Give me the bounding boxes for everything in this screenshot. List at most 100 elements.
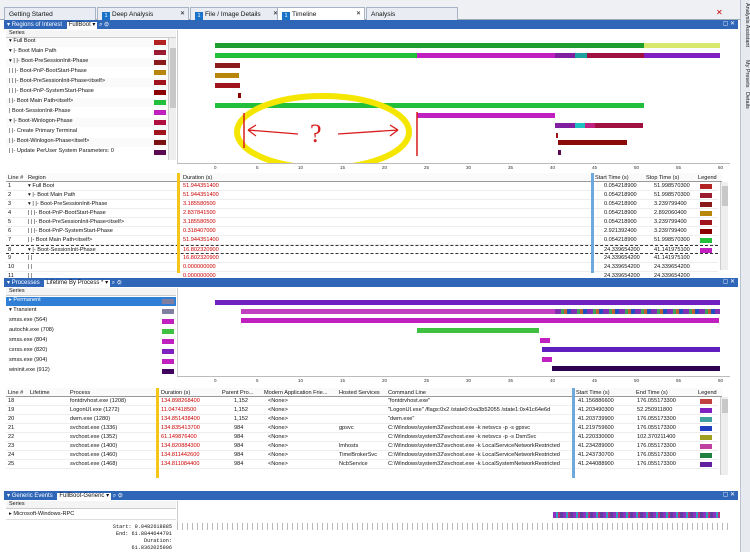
time-selection-ruler[interactable]: [177, 523, 730, 530]
roi-series-scrollbar[interactable]: [168, 38, 176, 160]
color-swatch[interactable]: [162, 299, 174, 304]
scrollbar-thumb[interactable]: [722, 186, 728, 206]
table-row[interactable]: 2 ▾ |- Boot Main Path 51.944351400 0.054218…: [6, 191, 718, 200]
generic-events-chart[interactable]: [177, 501, 730, 523]
tab-getting-started[interactable]: Getting Started: [4, 7, 96, 20]
color-swatch[interactable]: [154, 50, 166, 55]
table-row[interactable]: 10 | | 0.000000000 24.339654200 24.339654200: [6, 263, 718, 272]
close-window-icon[interactable]: ✕: [716, 8, 723, 17]
roi-series-row[interactable]: ▾ |- Boot-Winlogon-Phase: [6, 118, 168, 127]
roi-series-row[interactable]: | Boot-SessionInit-Phase: [6, 108, 168, 117]
process-series-row[interactable]: smss.exe (564): [6, 317, 176, 326]
roi-series-row[interactable]: ▾ Full Boot: [6, 38, 168, 47]
process-series-row[interactable]: csrss.exe (820): [6, 347, 176, 356]
side-tab-details[interactable]: Details: [742, 92, 750, 109]
table-row[interactable]: 4 | | |- Boot-PnP-BootStart-Phase 2.837841…: [6, 209, 718, 218]
color-swatch[interactable]: [154, 80, 166, 85]
process-series-row[interactable]: ▾ Transient: [6, 307, 176, 316]
color-swatch[interactable]: [162, 339, 174, 344]
csrss-bar[interactable]: [542, 347, 720, 352]
col-line[interactable]: Line #: [8, 175, 23, 181]
column-divider-gold[interactable]: [177, 173, 180, 273]
col-lifetime[interactable]: Lifetime: [30, 390, 50, 396]
tab-file-image-details[interactable]: 1 File / Image Details ✕: [190, 7, 282, 20]
wininit-bar[interactable]: [552, 366, 720, 371]
processes-table-scrollbar[interactable]: [720, 397, 728, 475]
roi-timeline-chart[interactable]: ?: [177, 30, 730, 163]
rpc-events-bar[interactable]: [553, 512, 720, 518]
search-icon[interactable]: ⌕: [112, 280, 115, 286]
roi-series-row[interactable]: | |- Update PerUser System Parameters: 0: [6, 148, 168, 157]
table-row[interactable]: 7 | |- Boot Main Path<itself> 51.944351400…: [6, 236, 718, 245]
table-row[interactable]: 19 LogonUI.exe (1272) 11.047418500 1,152 <No…: [6, 406, 718, 415]
roi-series-row[interactable]: | | |- Boot-PnP-SystemStart-Phase: [6, 88, 168, 97]
col-start[interactable]: Start Time (s): [595, 175, 629, 181]
color-swatch[interactable]: [162, 359, 174, 364]
process-series-row[interactable]: autochk.exe (708): [6, 327, 176, 336]
gear-icon[interactable]: ⚙: [118, 493, 123, 499]
color-swatch[interactable]: [154, 90, 166, 95]
scrollbar-thumb[interactable]: [170, 48, 176, 108]
col-process[interactable]: Process: [70, 390, 90, 396]
processes-timeline-chart[interactable]: [177, 288, 730, 376]
color-swatch[interactable]: [162, 309, 174, 314]
smss-904-bar[interactable]: [542, 357, 552, 362]
roi-series-row[interactable]: ▾ |- Boot Main Path: [6, 48, 168, 57]
generic-series-row[interactable]: ▸ Microsoft-Windows-RPC: [6, 511, 176, 520]
col-region[interactable]: Region: [28, 175, 46, 181]
col-end[interactable]: End Time (s): [636, 390, 668, 396]
smss-804-bar[interactable]: [540, 338, 550, 343]
chevron-down-icon[interactable]: ▾: [7, 280, 10, 286]
col-stop[interactable]: Stop Time (s): [646, 175, 679, 181]
roi-series-row[interactable]: | | |- Boot-PnP-BootStart-Phase: [6, 68, 168, 77]
col-legend[interactable]: Legend: [698, 175, 717, 181]
scrollbar-thumb[interactable]: [722, 399, 728, 413]
preset-select[interactable]: FullBoot-Generic ▾: [57, 493, 112, 500]
tab-analysis[interactable]: Analysis: [366, 7, 458, 20]
table-row[interactable]: 24 svchost.exe (1460) 134.811442600 984 <Non…: [6, 451, 718, 460]
col-line[interactable]: Line #: [8, 390, 23, 396]
tab-deep-analysis[interactable]: 1 Deep Analysis ✕: [97, 7, 189, 20]
chevron-down-icon[interactable]: ▾: [7, 493, 10, 499]
gear-icon[interactable]: ⚙: [104, 22, 109, 28]
col-parent[interactable]: Parent Pro...: [222, 390, 253, 396]
color-swatch[interactable]: [162, 319, 174, 324]
chevron-down-icon[interactable]: ▾: [7, 22, 10, 28]
table-row[interactable]: 3 ▾ | |- Boot-PreSessionInit-Phase 3.18558…: [6, 200, 718, 209]
col-hosted-services[interactable]: Hosted Services: [339, 390, 380, 396]
color-swatch[interactable]: [154, 150, 166, 155]
smss-564-bar[interactable]: [241, 318, 719, 323]
side-tab-analysis-assistant[interactable]: Analysis Assistant: [742, 3, 750, 47]
process-series-row[interactable]: ▸ Permanent: [6, 297, 176, 306]
roi-table-scrollbar[interactable]: [720, 182, 728, 270]
color-swatch[interactable]: [154, 60, 166, 65]
column-divider-blue[interactable]: [591, 173, 594, 273]
roi-series-row[interactable]: ▾ | |- Boot-PreSessionInit-Phase: [6, 58, 168, 67]
roi-series-row[interactable]: | |- Boot Main Path<itself>: [6, 98, 168, 107]
color-swatch[interactable]: [154, 140, 166, 145]
color-swatch[interactable]: [154, 70, 166, 75]
color-swatch[interactable]: [154, 110, 166, 115]
roi-series-row[interactable]: | |- Create Primary Terminal: [6, 128, 168, 137]
process-series-row[interactable]: wininit.exe (912): [6, 367, 176, 376]
table-row[interactable]: 1 ▾ Full Boot 51.944351400 0.054218900 51.99…: [6, 182, 718, 191]
color-swatch[interactable]: [154, 120, 166, 125]
side-tab-my-presets[interactable]: My Presets: [742, 60, 750, 88]
transient-bar-a[interactable]: [241, 309, 555, 314]
permanent-bar[interactable]: [215, 300, 720, 305]
search-icon[interactable]: ⌕: [113, 493, 116, 499]
table-row[interactable]: 9 | | 16.802320900 24.339654200 41.141975100: [6, 254, 718, 263]
autochk-bar[interactable]: [417, 328, 539, 333]
column-divider-gold[interactable]: [156, 388, 159, 478]
preset-select[interactable]: FullBoot ▾: [66, 22, 98, 29]
color-swatch[interactable]: [154, 100, 166, 105]
preset-select[interactable]: Lifetime By Process * ▾: [44, 280, 111, 287]
color-swatch[interactable]: [162, 349, 174, 354]
table-row[interactable]: 6 | | |- Boot-PnP-SystemStart-Phase 0.3184…: [6, 227, 718, 236]
tab-timeline[interactable]: 1 Timeline ✕: [277, 7, 365, 21]
table-row[interactable]: 23 svchost.exe (1400) 134.820884300 984 <Non…: [6, 442, 718, 451]
window-controls[interactable]: ▢ ✕: [723, 20, 735, 27]
table-row[interactable]: 5 | | |- Boot-PreSessionInit-Phase<itself…: [6, 218, 718, 227]
window-controls[interactable]: ▢ ✕: [723, 491, 735, 498]
search-icon[interactable]: ⌕: [99, 22, 102, 28]
